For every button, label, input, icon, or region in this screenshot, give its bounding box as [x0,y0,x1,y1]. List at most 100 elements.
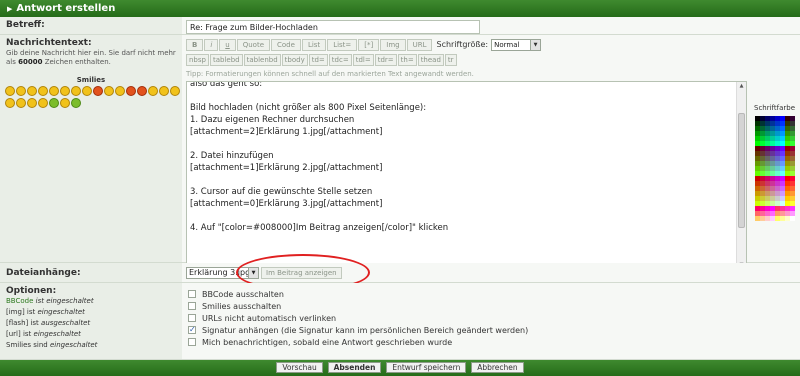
font-size-label: Schriftgröße: [436,40,489,49]
option-item[interactable]: BBCode ausschalten [188,289,528,300]
scroll-thumb[interactable] [738,113,745,228]
bbcode-button[interactable]: Img [380,39,406,51]
options-list: BBCode ausschalten Smilies ausschalten URL… [188,289,528,349]
text-line [190,210,448,222]
font-color-title: Schriftfarbe [754,104,796,112]
options-label-cell: Optionen: BBCode ist eingeschaltet [img] … [0,283,182,360]
bbcode-button[interactable]: [*] [358,39,380,51]
option-label: URLs nicht automatisch verlinken [202,314,337,323]
betreff-label: Betreff: [6,20,45,30]
table-tag-button[interactable]: tr [444,54,457,66]
option-status-line: Smilies sind eingeschaltet [6,341,98,349]
bbcode-button[interactable]: Quote [236,39,271,51]
text-line: 2. Datei hinzufügen [190,151,274,161]
option-status-line: BBCode ist eingeschaltet [6,297,94,305]
subject-input[interactable] [186,20,480,34]
form-header: ▶ Antwort erstellen [0,0,800,17]
bbcode-button[interactable]: Code [271,39,301,51]
scroll-up-icon[interactable]: ▲ [737,82,746,91]
save-draft-button[interactable]: Entwurf speichern [386,362,467,373]
option-checkbox[interactable] [188,324,196,335]
smiley-icon[interactable] [38,86,48,96]
table-tag-button[interactable]: nbsp [186,54,209,66]
betreff-label-cell: Betreff: [0,17,182,35]
smiley-icon[interactable] [137,86,147,96]
smiley-icon[interactable] [159,86,169,96]
table-tag-button[interactable]: th= [397,54,417,66]
smiley-icon[interactable] [71,86,81,96]
table-tag-button[interactable]: tablenbd [243,54,281,66]
table-tag-button[interactable]: tdc= [328,54,352,66]
betreff-field-cell [182,17,800,35]
option-label: Signatur anhängen (die Signatur kann im … [202,326,529,335]
table-tag-button[interactable]: thead [417,54,444,66]
option-label: Mich benachrichtigen, sobald eine Antwor… [202,338,453,347]
attachments-label: Dateianhänge: [6,268,81,278]
formatting-tip: Tipp: Formatierungen können schnell auf … [186,70,474,78]
smiley-icon[interactable] [93,86,103,96]
options-field-cell: BBCode ausschalten Smilies ausschalten URL… [182,283,800,360]
bbcode-button[interactable]: URL [406,39,433,51]
color-swatch[interactable] [790,216,795,221]
bbcode-button[interactable]: B [186,39,204,51]
text-line: 4. Auf "[color=#008000]Im Beitrag anzeig… [190,223,449,233]
smiley-icon[interactable] [170,86,180,96]
char-limit: 60000 [18,58,43,66]
bbcode-button[interactable]: List= [327,39,358,51]
cancel-button[interactable]: Abbrechen [471,362,524,373]
message-field-cell: Bi u Quote Code List List= [*] Img URL Schriftgrö… [182,35,800,271]
smiley-icon[interactable] [5,98,15,108]
table-tag-button[interactable]: tablebd [209,54,243,66]
option-item[interactable]: Signatur anhängen (die Signatur kann im … [188,324,529,336]
smiley-icon[interactable] [38,98,48,108]
message-hint: Gib deine Nachricht hier ein. Sie darf n… [6,49,176,66]
bbcode-toolbar: Bi u Quote Code List List= [*] Img URL Schriftgrö… [186,39,542,51]
smiley-icon[interactable] [16,98,26,108]
smiley-icon[interactable] [115,86,125,96]
smiley-icon[interactable] [60,98,70,108]
smiley-icon[interactable] [27,98,37,108]
table-tag-button[interactable]: td= [308,54,328,66]
smiley-icon[interactable] [71,98,81,108]
bbcode-button[interactable]: i [204,39,219,51]
smiley-icon[interactable] [82,86,92,96]
smiley-icon[interactable] [49,86,59,96]
option-checkbox[interactable] [188,338,196,346]
form-title: Antwort erstellen [16,3,116,14]
table-tag-button[interactable]: tbody [281,54,308,66]
option-item[interactable]: Smilies ausschalten [188,301,528,312]
smiley-icon[interactable] [5,86,15,96]
smiley-icon[interactable] [16,86,26,96]
smilies-panel [4,86,180,110]
font-size-select[interactable]: Normal ▼ [491,39,542,51]
option-label: Smilies ausschalten [202,302,282,311]
smiley-icon[interactable] [27,86,37,96]
form-footer: Vorschau Absenden Entwurf speichern Abbr… [0,360,800,376]
chevron-down-icon[interactable]: ▼ [530,40,541,50]
option-item[interactable]: Mich benachrichtigen, sobald eine Antwor… [188,337,528,348]
smiley-icon[interactable] [60,86,70,96]
option-checkbox[interactable] [188,290,196,298]
text-line: [attachment=2]Erklärung 1.jpg[/attachmen… [190,127,383,137]
smiley-icon[interactable] [126,86,136,96]
option-checkbox[interactable] [188,314,196,322]
smiley-icon[interactable] [148,86,158,96]
textarea-scrollbar[interactable]: ▲ ▼ [736,82,746,270]
option-status-line: [url] ist eingeschaltet [6,330,81,338]
text-line: [attachment=1]Erklärung 2.jpg[/attachmen… [190,163,383,173]
text-line: Bild hochladen (nicht größer als 800 Pix… [190,103,427,113]
table-tag-button[interactable]: tdl= [352,54,374,66]
option-checkbox[interactable] [188,302,196,310]
option-item[interactable]: URLs nicht automatisch verlinken [188,313,528,324]
smilies-title: Smilies [76,76,106,84]
smiley-icon[interactable] [49,98,59,108]
table-tag-button[interactable]: tdr= [374,54,397,66]
bbcode-button[interactable]: List [301,39,327,51]
message-textarea[interactable]: also das geht so: Bild hochladen (nicht g… [186,81,747,271]
option-label: BBCode ausschalten [202,290,284,299]
bbcode-button[interactable]: u [219,39,236,51]
preview-button[interactable]: Vorschau [276,362,323,373]
submit-button[interactable]: Absenden [327,362,382,373]
triangle-right-icon: ▶ [7,5,13,13]
smiley-icon[interactable] [104,86,114,96]
